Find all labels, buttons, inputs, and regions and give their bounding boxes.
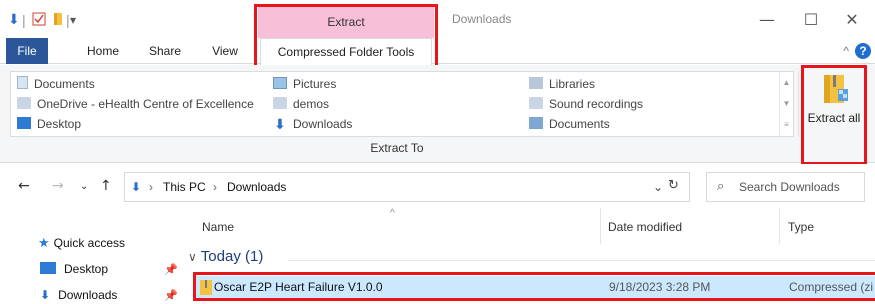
properties-icon[interactable]: [32, 12, 46, 28]
search-input[interactable]: Search Downloads: [739, 180, 840, 194]
documents-library-icon: [529, 117, 543, 129]
title-bar: ⬇ | ▾ | Downloads — ☐ ✕: [0, 0, 875, 38]
divider: [798, 71, 799, 137]
extract-to-gallery: Documents OneDrive - eHealth Centre of E…: [10, 71, 794, 137]
gallery-item-pictures[interactable]: Pictures: [273, 74, 336, 94]
folder-icon: [17, 97, 31, 109]
group-label-extract-to: Extract To: [370, 141, 424, 155]
separator-icon: |: [66, 12, 70, 28]
divider[interactable]: [600, 208, 601, 244]
nav-item-desktop[interactable]: Desktop: [40, 258, 108, 280]
tab-home[interactable]: Home: [78, 38, 128, 64]
gallery-item-documents[interactable]: Documents: [17, 74, 95, 94]
nav-item-quick-access[interactable]: ★ Quick access: [38, 232, 125, 254]
pictures-icon: [273, 77, 287, 89]
breadcrumb-chevron-icon[interactable]: ›: [213, 180, 217, 194]
folder-icon: [273, 97, 287, 109]
chevron-down-icon: ∨: [188, 250, 197, 264]
gallery-item-documents-library[interactable]: Documents: [529, 114, 610, 134]
tab-view[interactable]: View: [200, 38, 250, 64]
star-icon: ★: [38, 236, 50, 251]
recent-locations-icon[interactable]: ⌄: [80, 181, 88, 192]
file-name: Oscar E2P Heart Failure V1.0.0: [214, 280, 383, 294]
refresh-icon[interactable]: ↻: [668, 178, 679, 193]
download-arrow-icon[interactable]: ⬇: [8, 12, 20, 28]
file-date-modified: 9/18/2023 3:28 PM: [609, 280, 711, 294]
minimize-button[interactable]: —: [744, 6, 790, 34]
extract-context-header: Extract: [258, 6, 434, 38]
sort-ascending-icon: ^: [390, 208, 395, 219]
gallery-scrollbar[interactable]: ▲ ▼ ≡: [779, 72, 793, 136]
column-header-date-modified[interactable]: Date modified: [608, 220, 682, 248]
desktop-icon: [40, 262, 56, 274]
address-dropdown-icon[interactable]: ⌄: [653, 180, 663, 194]
divider[interactable]: [779, 208, 780, 244]
help-icon[interactable]: ?: [855, 43, 871, 59]
ribbon-tabs: File Home Share View Compressed Folder T…: [0, 38, 875, 65]
content-area: ★ Quick access Desktop 📌 ⬇ Downloads 📌 ^ N…: [0, 208, 875, 304]
ribbon-panel: Documents OneDrive - eHealth Centre of E…: [0, 65, 875, 163]
document-icon: [17, 76, 28, 89]
search-icon: ⌕: [717, 179, 725, 194]
divider: [288, 260, 875, 261]
breadcrumb-this-pc[interactable]: This PC: [163, 180, 206, 194]
zip-file-icon: [200, 280, 212, 298]
tab-file[interactable]: File: [6, 38, 48, 64]
gallery-item-sound-recordings[interactable]: Sound recordings: [529, 94, 643, 114]
up-arrow-icon[interactable]: ↑: [100, 178, 112, 194]
download-icon: ⬇: [274, 116, 286, 132]
gallery-more-icon[interactable]: ≡: [780, 114, 793, 135]
zip-folder-icon: [822, 73, 850, 107]
breadcrumb-downloads[interactable]: Downloads: [227, 180, 286, 194]
customize-qat-icon[interactable]: ▾: [70, 12, 76, 28]
forward-arrow-icon[interactable]: →: [52, 178, 64, 194]
gallery-item-desktop[interactable]: Desktop: [17, 114, 81, 134]
separator-icon: |: [22, 12, 26, 28]
address-bar[interactable]: ⬇ › This PC › Downloads ⌄: [124, 172, 690, 202]
group-header-today[interactable]: ∨ Today (1): [188, 248, 263, 265]
extract-all-label: Extract all: [807, 111, 861, 125]
download-location-icon: ⬇: [131, 180, 142, 194]
table-row[interactable]: Oscar E2P Heart Failure V1.0.0 9/18/2023…: [196, 276, 875, 300]
scroll-up-icon[interactable]: ▲: [780, 72, 793, 93]
column-header-type[interactable]: Type: [788, 220, 814, 248]
download-icon: ⬇: [40, 288, 51, 302]
column-header-name[interactable]: Name: [202, 220, 234, 248]
tab-share[interactable]: Share: [140, 38, 190, 64]
scroll-down-icon[interactable]: ▼: [780, 93, 793, 114]
new-folder-icon[interactable]: [52, 12, 66, 28]
address-row: ← → ⌄ ↑ ⬇ › This PC › Downloads ⌄ ↻ ⌕ Se…: [0, 164, 875, 208]
gallery-item-libraries[interactable]: Libraries: [529, 74, 595, 94]
extract-all-button[interactable]: Extract all: [806, 69, 862, 157]
back-arrow-icon[interactable]: ←: [18, 178, 30, 194]
window-title: Downloads: [452, 12, 512, 26]
desktop-icon: [17, 117, 31, 129]
breadcrumb-chevron-icon[interactable]: ›: [149, 180, 153, 194]
close-button[interactable]: ✕: [829, 6, 875, 34]
pin-icon[interactable]: 📌: [164, 263, 178, 276]
navigation-pane: ★ Quick access Desktop 📌 ⬇ Downloads 📌: [0, 208, 186, 304]
pin-icon[interactable]: 📌: [164, 289, 178, 302]
tab-compressed-folder-tools[interactable]: Compressed Folder Tools: [260, 38, 432, 65]
nav-item-downloads[interactable]: ⬇ Downloads: [40, 284, 117, 304]
libraries-icon: [529, 77, 543, 89]
gallery-item-onedrive[interactable]: OneDrive - eHealth Centre of Excellence: [17, 94, 254, 114]
gallery-item-downloads[interactable]: ⬇ Downloads: [273, 114, 352, 134]
collapse-ribbon-icon[interactable]: ^: [843, 44, 849, 58]
file-type: Compressed (zi: [789, 280, 874, 294]
maximize-button[interactable]: ☐: [788, 6, 834, 34]
folder-icon: [529, 97, 543, 109]
search-box[interactable]: ⌕ Search Downloads: [706, 172, 865, 202]
gallery-item-demos[interactable]: demos: [273, 94, 329, 114]
